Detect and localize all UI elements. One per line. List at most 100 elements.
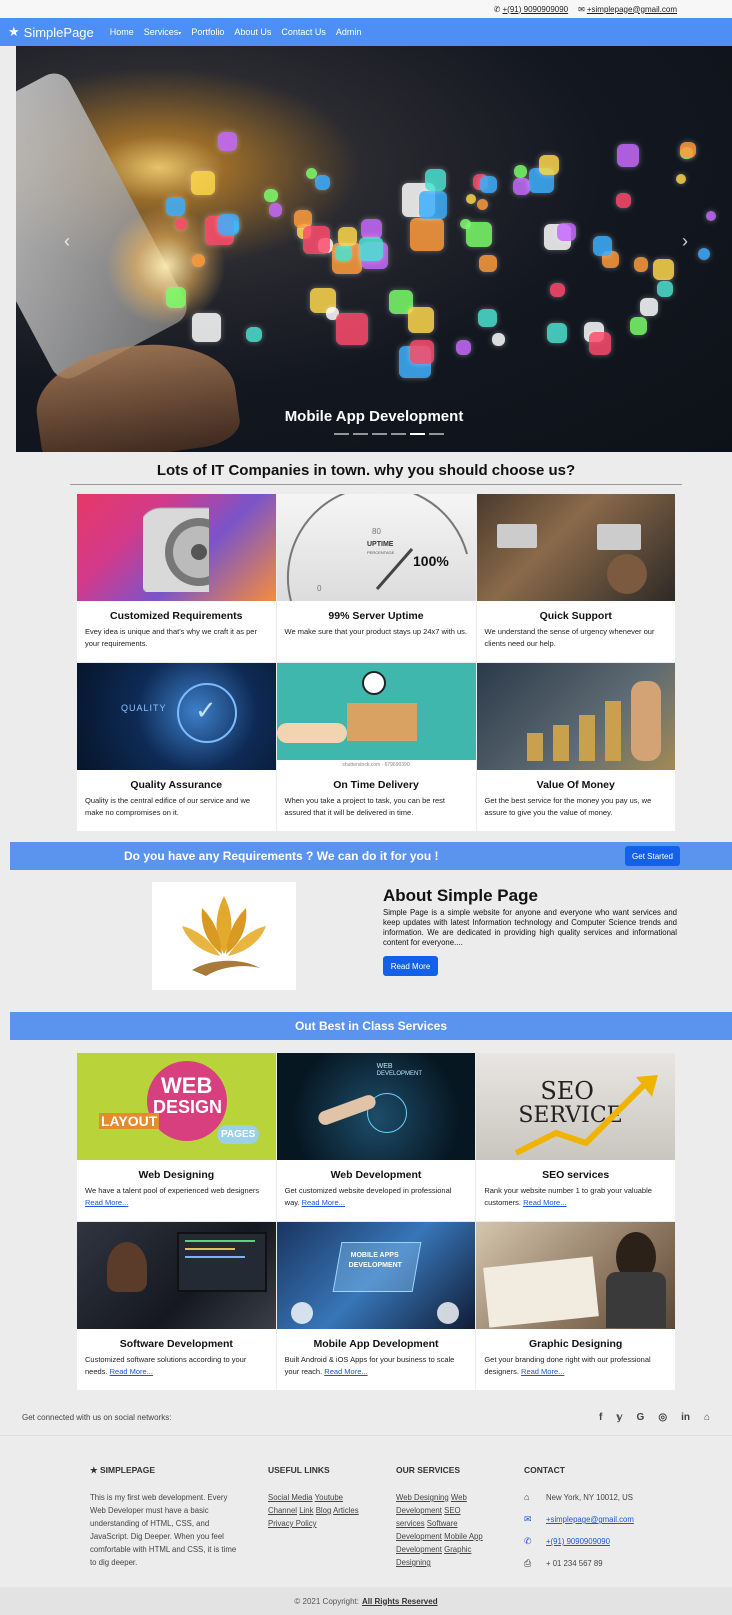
app-icon-bubble bbox=[698, 247, 710, 260]
linkedin-icon[interactable]: in bbox=[681, 1412, 690, 1423]
read-more-link[interactable]: Read More... bbox=[110, 1367, 153, 1376]
why-grid: Customized Requirements Evey idea is uni… bbox=[77, 494, 675, 831]
phone-icon: ✆ bbox=[524, 1536, 532, 1546]
service-card: SEO SERVICE SEO services Rank your websi… bbox=[476, 1053, 675, 1221]
facebook-icon[interactable]: f bbox=[599, 1412, 602, 1423]
card-text: Evey idea is unique and that's why we cr… bbox=[85, 627, 257, 648]
top-contact-bar: ✆ +(91) 9090909090 ✉ +simplepage@gmail.com bbox=[0, 0, 732, 18]
top-phone-link[interactable]: +(91) 9090909090 bbox=[503, 5, 569, 14]
phone-icon: ✆ bbox=[493, 4, 501, 14]
card-title: 99% Server Uptime bbox=[328, 610, 424, 622]
delivery-image-caption: shutterstock.com · 679690390 bbox=[276, 760, 476, 770]
requirements-text: Do you have any Requirements ? We can do… bbox=[124, 849, 439, 863]
nav-about[interactable]: About Us bbox=[234, 27, 271, 37]
top-email[interactable]: ✉ +simplepage@gmail.com bbox=[578, 5, 677, 14]
card-title: Graphic Designing bbox=[528, 1338, 623, 1350]
nav-services-label: Services bbox=[143, 27, 179, 37]
app-icon-bubble bbox=[639, 298, 658, 317]
app-icon-bubble bbox=[335, 312, 369, 345]
card-text: Customized software solutions according … bbox=[77, 1354, 276, 1378]
nav-portfolio[interactable]: Portfolio bbox=[191, 27, 224, 37]
carousel-next-button[interactable]: › bbox=[682, 231, 688, 252]
card-title: Mobile App Development bbox=[313, 1338, 439, 1350]
app-icon-bubble bbox=[335, 244, 353, 262]
app-icon-bubble bbox=[338, 227, 358, 247]
card-text: Quality is the central edifice of our se… bbox=[85, 796, 251, 817]
contact-address-text: New York, NY 10012, US bbox=[546, 1493, 633, 1502]
footer-brand: SIMPLEPAGE bbox=[99, 1465, 156, 1475]
read-more-button[interactable]: Read More bbox=[383, 956, 438, 976]
app-icon-bubble bbox=[679, 142, 696, 159]
about-text: Simple Page is a simple website for anyo… bbox=[383, 908, 677, 947]
instagram-icon[interactable]: ◎ bbox=[658, 1412, 667, 1423]
read-more-link[interactable]: Read More... bbox=[302, 1198, 345, 1207]
nav-admin[interactable]: Admin bbox=[336, 27, 362, 37]
carousel-indicator[interactable] bbox=[372, 433, 387, 435]
social-bar: Get connected with us on social networks… bbox=[0, 1400, 732, 1436]
footer-about-text: This is my first web development. Every … bbox=[90, 1493, 237, 1567]
carousel-indicator[interactable] bbox=[391, 433, 406, 435]
card-title: On Time Delivery bbox=[333, 779, 419, 791]
contact-email-link[interactable]: +simplepage@gmail.com bbox=[546, 1513, 634, 1526]
web-design-word3: LAYOUT bbox=[99, 1113, 160, 1129]
carousel-indicator[interactable] bbox=[353, 433, 368, 435]
footer-service-link[interactable]: Web Designing bbox=[396, 1493, 449, 1502]
footer-link[interactable]: Social Media bbox=[268, 1493, 313, 1502]
footer-link[interactable]: Privacy Policy bbox=[268, 1519, 317, 1528]
github-icon[interactable]: ⌂ bbox=[704, 1412, 710, 1423]
app-icon-bubble bbox=[268, 203, 283, 217]
nav-home[interactable]: Home bbox=[110, 27, 134, 37]
card-title: Value Of Money bbox=[536, 779, 615, 791]
card-title: Web Designing bbox=[138, 1169, 215, 1181]
twitter-icon[interactable]: 𝕪 bbox=[616, 1412, 622, 1423]
app-icon-bubble bbox=[616, 144, 640, 167]
brand-link[interactable]: ★ SimplePage bbox=[8, 24, 94, 40]
app-icon-bubble bbox=[479, 176, 497, 194]
app-icon-bubble bbox=[656, 280, 673, 297]
app-icon-bubble bbox=[539, 155, 559, 176]
top-email-link[interactable]: +simplepage@gmail.com bbox=[587, 5, 677, 14]
contact-address: ⌂ New York, NY 10012, US bbox=[524, 1491, 684, 1504]
app-icon-bubble bbox=[512, 177, 531, 196]
why-title: Lots of IT Companies in town. why you sh… bbox=[156, 462, 576, 479]
copyright-bar: © 2021 Copyright: All Rights Reserved bbox=[0, 1587, 732, 1615]
contact-email: ✉ +simplepage@gmail.com bbox=[524, 1513, 684, 1526]
app-icon-bubble bbox=[478, 308, 497, 328]
nav-contact[interactable]: Contact Us bbox=[281, 27, 326, 37]
carousel-prev-button[interactable]: ‹ bbox=[64, 231, 70, 252]
footer-about-title: ★ SIMPLEPAGE bbox=[90, 1464, 240, 1477]
footer-link[interactable]: Youtube bbox=[315, 1493, 343, 1502]
app-icon-bubble bbox=[418, 190, 447, 219]
web-dev-word2: DEVELOPMENT bbox=[376, 1071, 422, 1077]
read-more-link[interactable]: Read More... bbox=[324, 1367, 367, 1376]
read-more-link[interactable]: Read More... bbox=[85, 1198, 128, 1207]
get-started-button[interactable]: Get Started bbox=[625, 846, 680, 866]
envelope-icon: ✉ bbox=[578, 4, 585, 14]
carousel-indicator[interactable] bbox=[334, 433, 349, 435]
star-icon: ★ bbox=[90, 1465, 100, 1475]
card-text: Get the best service for the money you p… bbox=[484, 796, 652, 817]
footer-link[interactable]: Articles bbox=[333, 1506, 359, 1515]
copyright-link[interactable]: All Rights Reserved bbox=[362, 1597, 438, 1606]
contact-phone-link[interactable]: +(91) 9090909090 bbox=[546, 1535, 610, 1548]
settings-gear-image bbox=[77, 494, 276, 601]
quality-assurance-image: QUALITY ✓ bbox=[77, 663, 276, 770]
google-icon[interactable]: G bbox=[637, 1412, 645, 1423]
footer-about: ★ SIMPLEPAGE This is my first web develo… bbox=[90, 1464, 240, 1569]
footer-services-title: OUR SERVICES bbox=[396, 1465, 461, 1475]
footer-link[interactable]: Channel bbox=[268, 1506, 297, 1515]
app-icon-bubble bbox=[359, 236, 384, 261]
uptime-label: UPTIME bbox=[367, 541, 394, 548]
why-card: UPTIME PERCENTAGE 100% 80 0 99% Server U… bbox=[276, 494, 476, 662]
money-coins-image bbox=[476, 663, 675, 770]
footer-link[interactable]: Blog bbox=[316, 1506, 332, 1515]
read-more-link[interactable]: Read More... bbox=[523, 1198, 566, 1207]
mobile-word2: DEVELOPMENT bbox=[348, 1262, 402, 1269]
web-development-image: WEB DEVELOPMENT bbox=[276, 1053, 476, 1160]
read-more-link[interactable]: Read More... bbox=[521, 1367, 564, 1376]
nav-services[interactable]: Services▾ bbox=[144, 27, 182, 37]
footer-link[interactable]: Link bbox=[299, 1506, 313, 1515]
top-phone[interactable]: ✆ +(91) 9090909090 bbox=[494, 5, 568, 14]
carousel-indicator-active[interactable] bbox=[410, 433, 425, 435]
carousel-indicator[interactable] bbox=[429, 433, 444, 435]
